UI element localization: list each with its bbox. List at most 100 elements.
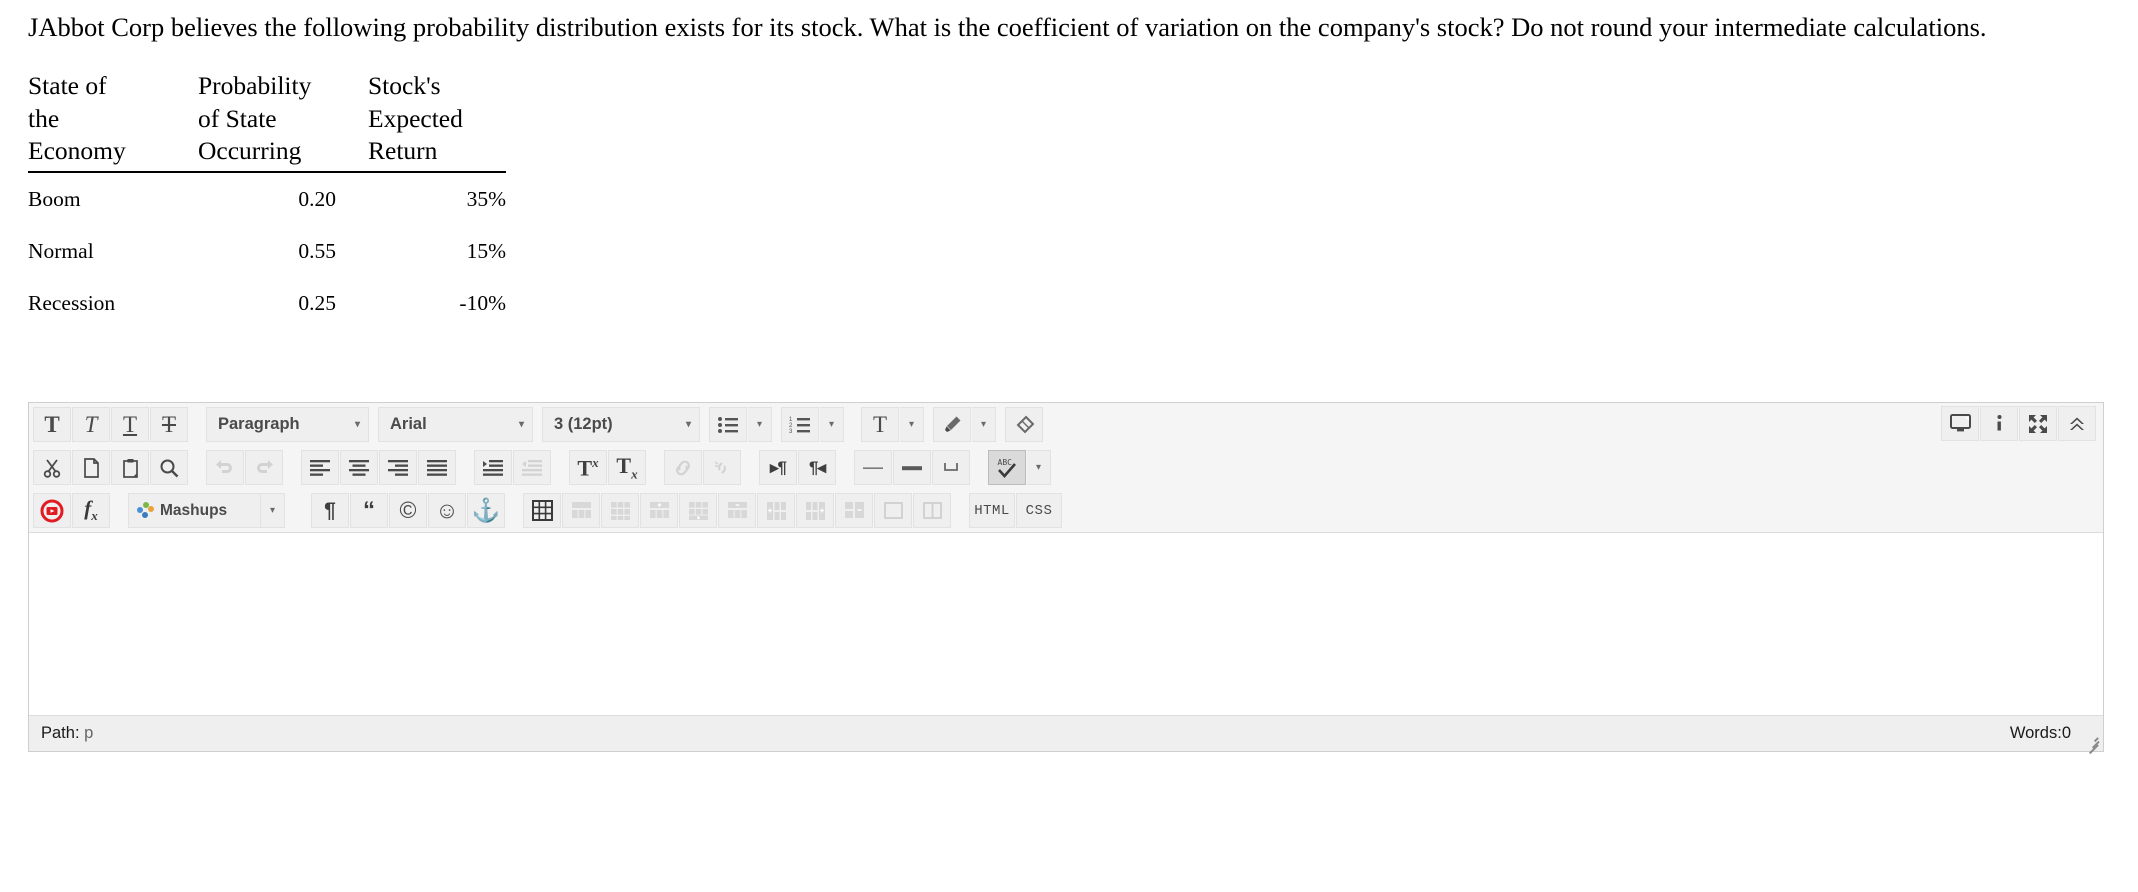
merge-cells-icon — [883, 502, 903, 519]
nonbreaking-space-icon — [944, 462, 958, 471]
insert-link-button[interactable] — [664, 450, 702, 485]
abc-text: ABC — [998, 458, 1013, 467]
css-source-button[interactable]: CSS — [1016, 493, 1062, 528]
font-family-select[interactable]: Arial ▾ — [378, 407, 533, 442]
spellcheck-options-button[interactable]: ▾ — [1027, 450, 1051, 485]
align-left-button[interactable] — [301, 450, 339, 485]
table-cell-properties-button[interactable] — [601, 493, 639, 528]
info-button[interactable] — [1980, 406, 2018, 441]
left-to-right-icon: ▸¶ — [770, 458, 787, 477]
path-label: Path: — [41, 724, 80, 742]
numbered-list-icon: 1 2 3 — [789, 417, 810, 434]
insert-row-below-button[interactable] — [679, 493, 717, 528]
strikethrough-button[interactable]: T — [150, 407, 188, 442]
fullscreen-button[interactable] — [2019, 406, 2057, 441]
outdent-button[interactable] — [513, 450, 551, 485]
align-right-button[interactable] — [379, 450, 417, 485]
insert-emoticon-button[interactable]: ☺ — [428, 493, 466, 528]
search-icon — [160, 459, 179, 477]
media-group: fx — [33, 493, 111, 528]
show-invisibles-button[interactable]: ¶ — [311, 493, 349, 528]
highlight-color-options-button[interactable]: ▾ — [972, 407, 996, 442]
increase-indent-icon — [483, 460, 503, 476]
thick-horizontal-rule-button[interactable] — [893, 450, 931, 485]
spellcheck-group: ABC ▾ — [988, 450, 1060, 485]
numbered-list-options-button[interactable]: ▾ — [820, 407, 844, 442]
thin-horizontal-rule-button[interactable] — [854, 450, 892, 485]
font-size-select[interactable]: 3 (12pt) ▾ — [542, 407, 700, 442]
text-color-options-button[interactable]: ▾ — [900, 407, 924, 442]
html-source-button[interactable]: HTML — [969, 493, 1015, 528]
table-row: Boom 0.20 35% — [28, 172, 506, 225]
chevron-down-icon: ▾ — [354, 419, 360, 430]
header-line: State of — [28, 71, 107, 101]
insert-row-above-icon — [649, 502, 669, 518]
bulleted-list-button[interactable] — [709, 407, 747, 442]
question-block: JAbbot Corp believes the following proba… — [0, 0, 2138, 44]
merge-cells-button[interactable] — [874, 493, 912, 528]
blockquote-button[interactable]: “ — [350, 493, 388, 528]
rule-group — [854, 450, 971, 485]
split-cells-button[interactable] — [913, 493, 951, 528]
find-button[interactable] — [150, 450, 188, 485]
copy-button[interactable] — [72, 450, 110, 485]
editor-content-area[interactable] — [29, 533, 2103, 715]
bulleted-list-options-button[interactable]: ▾ — [748, 407, 772, 442]
collapse-toolbar-button[interactable] — [2058, 406, 2096, 441]
table-row-properties-button[interactable] — [562, 493, 600, 528]
spellcheck-button[interactable]: ABC — [988, 450, 1026, 485]
script-group: Tx Tx — [569, 450, 647, 485]
cell-state: Normal — [28, 238, 94, 263]
path-value[interactable]: p — [84, 724, 93, 742]
italic-icon: T — [84, 412, 98, 437]
chevron-down-icon: ▾ — [828, 419, 835, 430]
indent-button[interactable] — [474, 450, 512, 485]
redo-button[interactable] — [245, 450, 283, 485]
insert-column-left-icon — [766, 502, 786, 520]
remove-formatting-button[interactable] — [1005, 407, 1043, 442]
insert-table-button[interactable] — [523, 493, 561, 528]
italic-button[interactable]: T — [72, 407, 110, 442]
nonbreaking-space-button[interactable] — [932, 450, 970, 485]
rtl-button[interactable]: ¶◂ — [798, 450, 836, 485]
paste-button[interactable] — [111, 450, 149, 485]
highlight-color-button[interactable] — [933, 407, 971, 442]
header-line: Economy — [28, 136, 126, 166]
preview-button[interactable] — [1941, 406, 1979, 441]
delete-column-button[interactable] — [835, 493, 873, 528]
chevron-down-icon: ▾ — [269, 505, 276, 516]
paragraph-format-select[interactable]: Paragraph ▾ — [206, 407, 369, 442]
record-media-button[interactable] — [33, 493, 71, 528]
mashups-options-button[interactable]: ▾ — [261, 493, 285, 528]
header-line: of State — [198, 103, 277, 133]
right-to-left-icon: ¶◂ — [809, 458, 826, 477]
numbered-list-button[interactable]: 1 2 3 — [781, 407, 819, 442]
bulleted-list-icon — [718, 416, 738, 433]
align-justify-icon — [427, 460, 447, 476]
text-color-button[interactable]: T — [861, 407, 899, 442]
bold-button[interactable]: T — [33, 407, 71, 442]
cell-return: 35% — [466, 186, 506, 211]
ltr-button[interactable]: ▸¶ — [759, 450, 797, 485]
mashups-button[interactable]: Mashups — [128, 493, 261, 528]
align-center-button[interactable] — [340, 450, 378, 485]
table-group — [523, 493, 952, 528]
broken-link-icon — [714, 460, 726, 474]
insert-column-right-button[interactable] — [796, 493, 834, 528]
insert-row-above-button[interactable] — [640, 493, 678, 528]
remove-link-button[interactable] — [703, 450, 741, 485]
delete-row-button[interactable] — [718, 493, 756, 528]
align-justify-button[interactable] — [418, 450, 456, 485]
math-formula-button[interactable]: fx — [72, 493, 110, 528]
cell-probability: 0.25 — [298, 290, 336, 315]
insert-copyright-button[interactable]: © — [389, 493, 427, 528]
subscript-button[interactable]: Tx — [608, 450, 646, 485]
cut-button[interactable] — [33, 450, 71, 485]
underline-button[interactable]: T — [111, 407, 149, 442]
toolbar-row-3: fx Mashups ▾ ¶ “ © ☺ ⚓ HTML CSS — [29, 489, 2103, 532]
resize-handle[interactable] — [2084, 734, 2099, 755]
undo-button[interactable] — [206, 450, 244, 485]
insert-column-left-button[interactable] — [757, 493, 795, 528]
insert-anchor-button[interactable]: ⚓ — [467, 493, 505, 528]
superscript-button[interactable]: Tx — [569, 450, 607, 485]
